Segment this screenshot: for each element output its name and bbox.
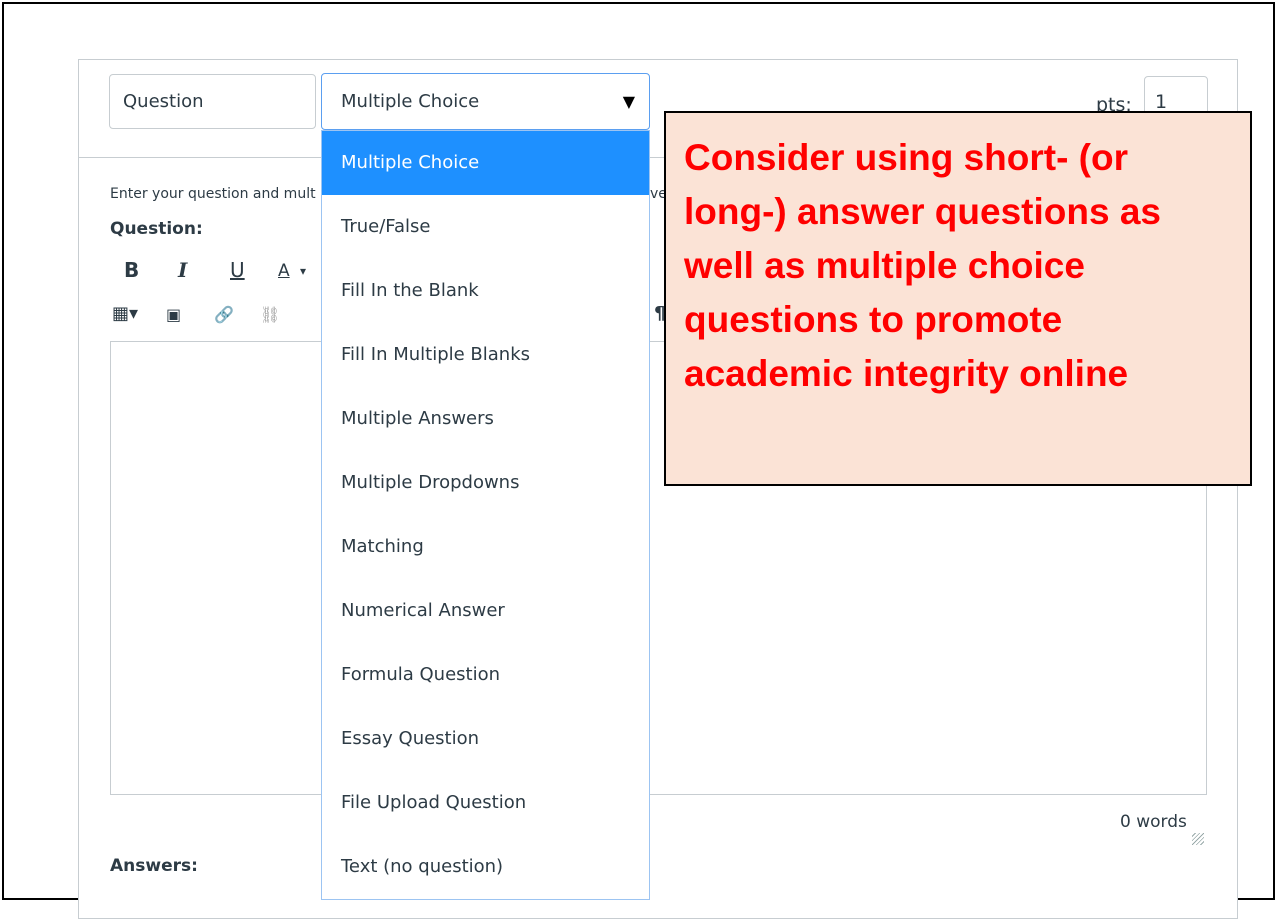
- font-color-button[interactable]: A: [278, 261, 290, 281]
- caret-down-icon: ▼: [622, 92, 635, 111]
- callout-text: Consider using short- (or long-) answer …: [684, 137, 1161, 394]
- option-true-false[interactable]: True/False: [322, 195, 649, 259]
- option-fill-in-the-blank[interactable]: Fill In the Blank: [322, 259, 649, 323]
- resize-handle[interactable]: [1192, 833, 1204, 845]
- question-heading: Question:: [110, 219, 203, 239]
- option-multiple-answers[interactable]: Multiple Answers: [322, 387, 649, 451]
- option-formula-question[interactable]: Formula Question: [322, 643, 649, 707]
- media-icon[interactable]: ▣: [166, 305, 181, 324]
- link-icon[interactable]: 🔗: [214, 305, 234, 324]
- option-fill-in-multiple-blanks[interactable]: Fill In Multiple Blanks: [322, 323, 649, 387]
- word-count: 0 words: [1120, 812, 1187, 832]
- option-text-no-question[interactable]: Text (no question): [322, 835, 649, 899]
- answers-heading: Answers:: [110, 856, 198, 876]
- italic-button[interactable]: I: [178, 258, 187, 282]
- option-numerical-answer[interactable]: Numerical Answer: [322, 579, 649, 643]
- instructions-text: Enter your question and mult: [110, 186, 316, 202]
- question-name-input[interactable]: Question: [109, 74, 316, 129]
- table-icon[interactable]: ▦▾: [112, 303, 138, 324]
- bold-button[interactable]: B: [124, 258, 139, 282]
- question-instructions: Enter your question and mult ve: [110, 186, 667, 202]
- question-type-selected: Multiple Choice: [341, 91, 480, 112]
- chevron-down-icon[interactable]: ▾: [300, 264, 306, 278]
- callout-box: Consider using short- (or long-) answer …: [664, 111, 1252, 486]
- question-type-select[interactable]: Multiple Choice ▼: [321, 73, 650, 130]
- question-type-dropdown-list: Multiple Choice True/False Fill In the B…: [321, 130, 650, 900]
- unlink-icon[interactable]: ⛓: [260, 305, 280, 324]
- option-matching[interactable]: Matching: [322, 515, 649, 579]
- underline-button[interactable]: U: [230, 258, 245, 282]
- option-essay-question[interactable]: Essay Question: [322, 707, 649, 771]
- option-multiple-choice[interactable]: Multiple Choice: [322, 131, 649, 195]
- option-file-upload-question[interactable]: File Upload Question: [322, 771, 649, 835]
- option-multiple-dropdowns[interactable]: Multiple Dropdowns: [322, 451, 649, 515]
